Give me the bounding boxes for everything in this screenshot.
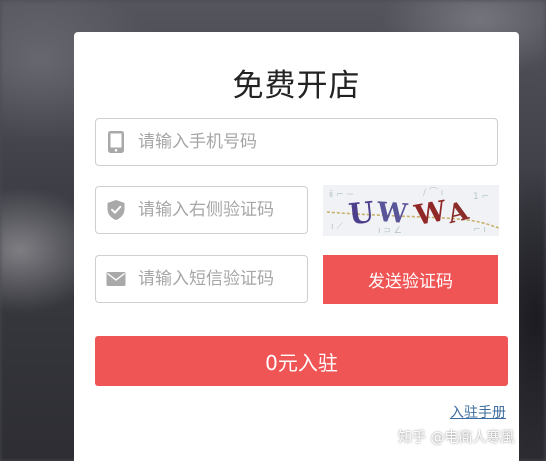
sms-code-input[interactable]	[138, 269, 307, 289]
mail-icon	[106, 267, 126, 291]
manual-link[interactable]: 入驻手册	[450, 402, 506, 422]
send-code-button[interactable]: 发送验证码	[323, 255, 498, 304]
svg-text:1 ⌐: 1 ⌐	[473, 192, 489, 202]
register-button[interactable]: 0元入驻	[95, 336, 508, 386]
shield-icon	[106, 198, 126, 222]
svg-text:⌐ ı: ⌐ ı	[473, 225, 486, 235]
svg-text:U: U	[347, 195, 376, 231]
captcha-graphic: ⅱ ⌐ ~ ∕ ⌒ ı 1 ⌐ ı ⟋ ı ⊃ ∠ ⌐ ı U W W A	[323, 185, 499, 236]
captcha-image[interactable]: ⅱ ⌐ ~ ∕ ⌒ ı 1 ⌐ ı ⟋ ı ⊃ ∠ ⌐ ı U W W A	[323, 185, 499, 236]
form-title: 免费开店	[232, 68, 361, 104]
phone-input[interactable]	[138, 132, 497, 152]
phone-field[interactable]	[95, 118, 498, 166]
captcha-field[interactable]	[95, 186, 308, 234]
phone-icon	[106, 130, 126, 154]
page: 免费开店 请输入手机号码 请输入右侧验证码 ⅱ ⌐ ~ ∕ ⌒ ı 1 ⌐ ı …	[0, 0, 546, 461]
captcha-input[interactable]	[138, 200, 307, 220]
svg-text:W: W	[411, 194, 449, 232]
watermark: 知乎 @电商人寒風	[398, 430, 515, 446]
sms-code-field[interactable]	[95, 255, 308, 303]
signup-card: 免费开店 请输入手机号码 请输入右侧验证码 ⅱ ⌐ ~ ∕ ⌒ ı 1 ⌐ ı …	[74, 32, 519, 461]
svg-text:W: W	[375, 197, 409, 230]
svg-text:ı ⟋: ı ⟋	[331, 222, 343, 232]
